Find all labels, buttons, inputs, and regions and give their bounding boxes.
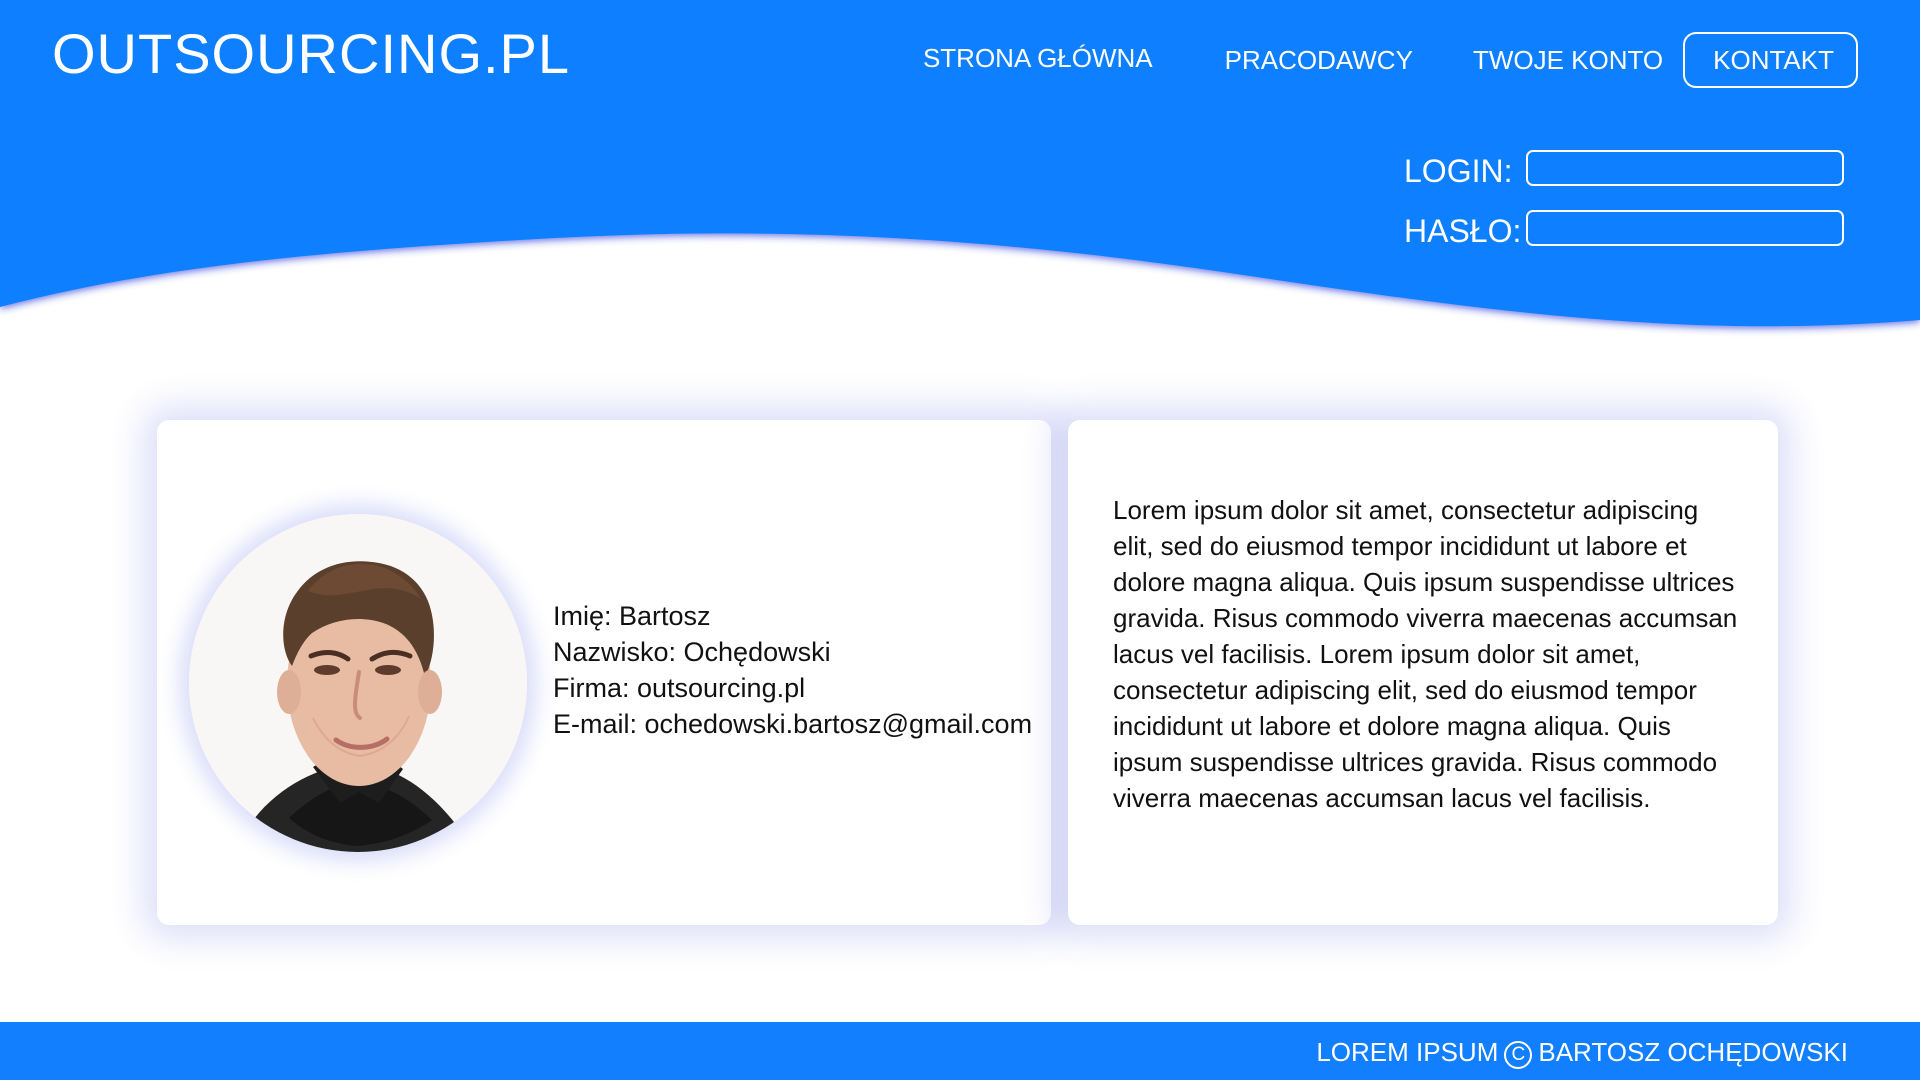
password-label: HASŁO: — [1404, 213, 1522, 249]
login-input[interactable] — [1526, 150, 1844, 186]
nav-employers-link[interactable]: PRACODAWCY — [1225, 45, 1413, 76]
nav-home-link[interactable]: STRONA GŁÓWNA — [923, 43, 1153, 74]
profile-details: Imię: Bartosz Nazwisko: Ochędowski Firma… — [553, 598, 1032, 742]
footer-left-text: LOREM IPSUM — [1316, 1037, 1499, 1067]
password-input[interactable] — [1526, 210, 1844, 246]
site-logo[interactable]: OUTSOURCING.PL — [52, 22, 570, 86]
nav-account-link[interactable]: TWOJE KONTO — [1473, 45, 1663, 76]
login-label: LOGIN: — [1404, 153, 1513, 189]
password-row: HASŁO: — [1404, 210, 1849, 252]
main-navigation: STRONA GŁÓWNA PRACODAWCY TWOJE KONTO KON… — [923, 32, 1858, 88]
footer: LOREM IPSUM C BARTOSZ OCHĘDOWSKI — [0, 1022, 1920, 1080]
footer-copyright: LOREM IPSUM C BARTOSZ OCHĘDOWSKI — [1316, 1036, 1848, 1069]
footer-author-text: BARTOSZ OCHĘDOWSKI — [1538, 1037, 1848, 1067]
bio-text: Lorem ipsum dolor sit amet, consectetur … — [1113, 495, 1738, 813]
profile-company: Firma: outsourcing.pl — [553, 673, 806, 703]
profile-photo-icon — [189, 514, 527, 852]
profile-email: E-mail: ochedowski.bartosz@gmail.com — [553, 709, 1033, 739]
profile-first-name: Imię: Bartosz — [553, 601, 711, 631]
copyright-icon: C — [1504, 1041, 1533, 1069]
page: OUTSOURCING.PL STRONA GŁÓWNA PRACODAWCY … — [0, 0, 1920, 1080]
profile-avatar — [189, 514, 527, 852]
login-row: LOGIN: — [1404, 150, 1849, 192]
profile-last-name: Nazwisko: Ochędowski — [553, 637, 831, 667]
nav-contact-button[interactable]: KONTAKT — [1683, 32, 1858, 88]
